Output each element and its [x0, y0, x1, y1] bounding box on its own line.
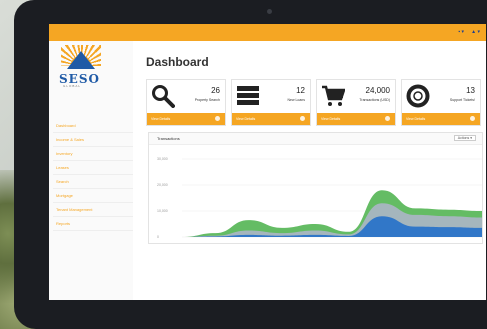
view-details-link[interactable]: View Details: [232, 113, 310, 125]
sidebar-item-dashboard[interactable]: Dashboard: [53, 119, 133, 133]
stat-value: 13: [466, 86, 475, 95]
stat-label: Support Tickets!: [449, 98, 475, 102]
view-details-label: View Details: [151, 117, 171, 121]
brand-subtitle: GLOBAL: [63, 84, 82, 88]
y-tick-label: 10,000: [157, 209, 168, 213]
user-dropdown[interactable]: ▲ ▾: [471, 29, 480, 35]
sidebar-nav: Dashboard Income & Sales Inventory Lease…: [53, 119, 133, 231]
stat-card-new-loans: 12 New Loans View Details: [231, 79, 311, 126]
sidebar-item-income-sales[interactable]: Income & Sales: [53, 133, 133, 147]
arrow-circle-icon: [470, 116, 475, 121]
sidebar-item-inventory[interactable]: Inventory: [53, 147, 133, 161]
stat-card-property-search: 26 Property Search View Details: [146, 79, 226, 126]
transactions-panel: Transactions Actions ▾ 30,000 20,000 10,…: [148, 132, 483, 244]
lifebuoy-icon: [406, 84, 430, 108]
flag-dropdown[interactable]: ▪ ▾: [458, 29, 464, 35]
arrow-circle-icon: [300, 116, 305, 121]
view-details-label: View Details: [236, 117, 256, 121]
view-details-label: View Details: [406, 117, 426, 121]
stat-label: Transactions (USD): [359, 98, 390, 102]
stat-label: Property Search: [194, 98, 220, 102]
sidebar-item-leases[interactable]: Leases: [53, 161, 133, 175]
view-details-link[interactable]: View Details: [317, 113, 395, 125]
stat-value: 24,000: [365, 86, 390, 95]
stat-label: New Loans: [287, 98, 305, 102]
stat-value: 12: [296, 86, 305, 95]
top-bar: ▪ ▾ ▲ ▾: [49, 24, 486, 41]
arrow-circle-icon: [385, 116, 390, 121]
stat-card-support-tickets: 13 Support Tickets! View Details: [401, 79, 481, 126]
page-title: Dashboard: [146, 55, 209, 69]
view-details-label: View Details: [321, 117, 341, 121]
arrow-circle-icon: [215, 116, 220, 121]
screen: ▪ ▾ ▲ ▾ SESO GLOBAL Dashboard Income & S…: [49, 24, 486, 300]
y-tick-label: 20,000: [157, 183, 168, 187]
search-icon: [152, 85, 175, 108]
y-tick-label: 30,000: [157, 157, 168, 161]
view-details-link[interactable]: View Details: [402, 113, 480, 125]
sidebar-item-tenant-management[interactable]: Tenant Management: [53, 203, 133, 217]
stat-value: 26: [211, 86, 220, 95]
main-content: Dashboard 26 Property Search View Detail…: [133, 41, 486, 300]
transactions-area-chart: [182, 158, 482, 238]
brand-logo[interactable]: SESO GLOBAL: [57, 45, 105, 88]
y-tick-label: 0: [157, 235, 159, 239]
view-details-link[interactable]: View Details: [147, 113, 225, 125]
tablet-frame: ▪ ▾ ▲ ▾ SESO GLOBAL Dashboard Income & S…: [14, 0, 487, 329]
cart-icon: [322, 85, 345, 106]
mountain-icon: [67, 51, 95, 69]
sidebar: SESO GLOBAL Dashboard Income & Sales Inv…: [49, 41, 133, 300]
sidebar-item-mortgage[interactable]: Mortgage: [53, 189, 133, 203]
stat-card-transactions: 24,000 Transactions (USD) View Details: [316, 79, 396, 126]
sidebar-item-reports[interactable]: Reports: [53, 217, 133, 231]
camera-dot: [267, 9, 272, 14]
server-icon: [237, 86, 259, 105]
sidebar-item-search[interactable]: Search: [53, 175, 133, 189]
